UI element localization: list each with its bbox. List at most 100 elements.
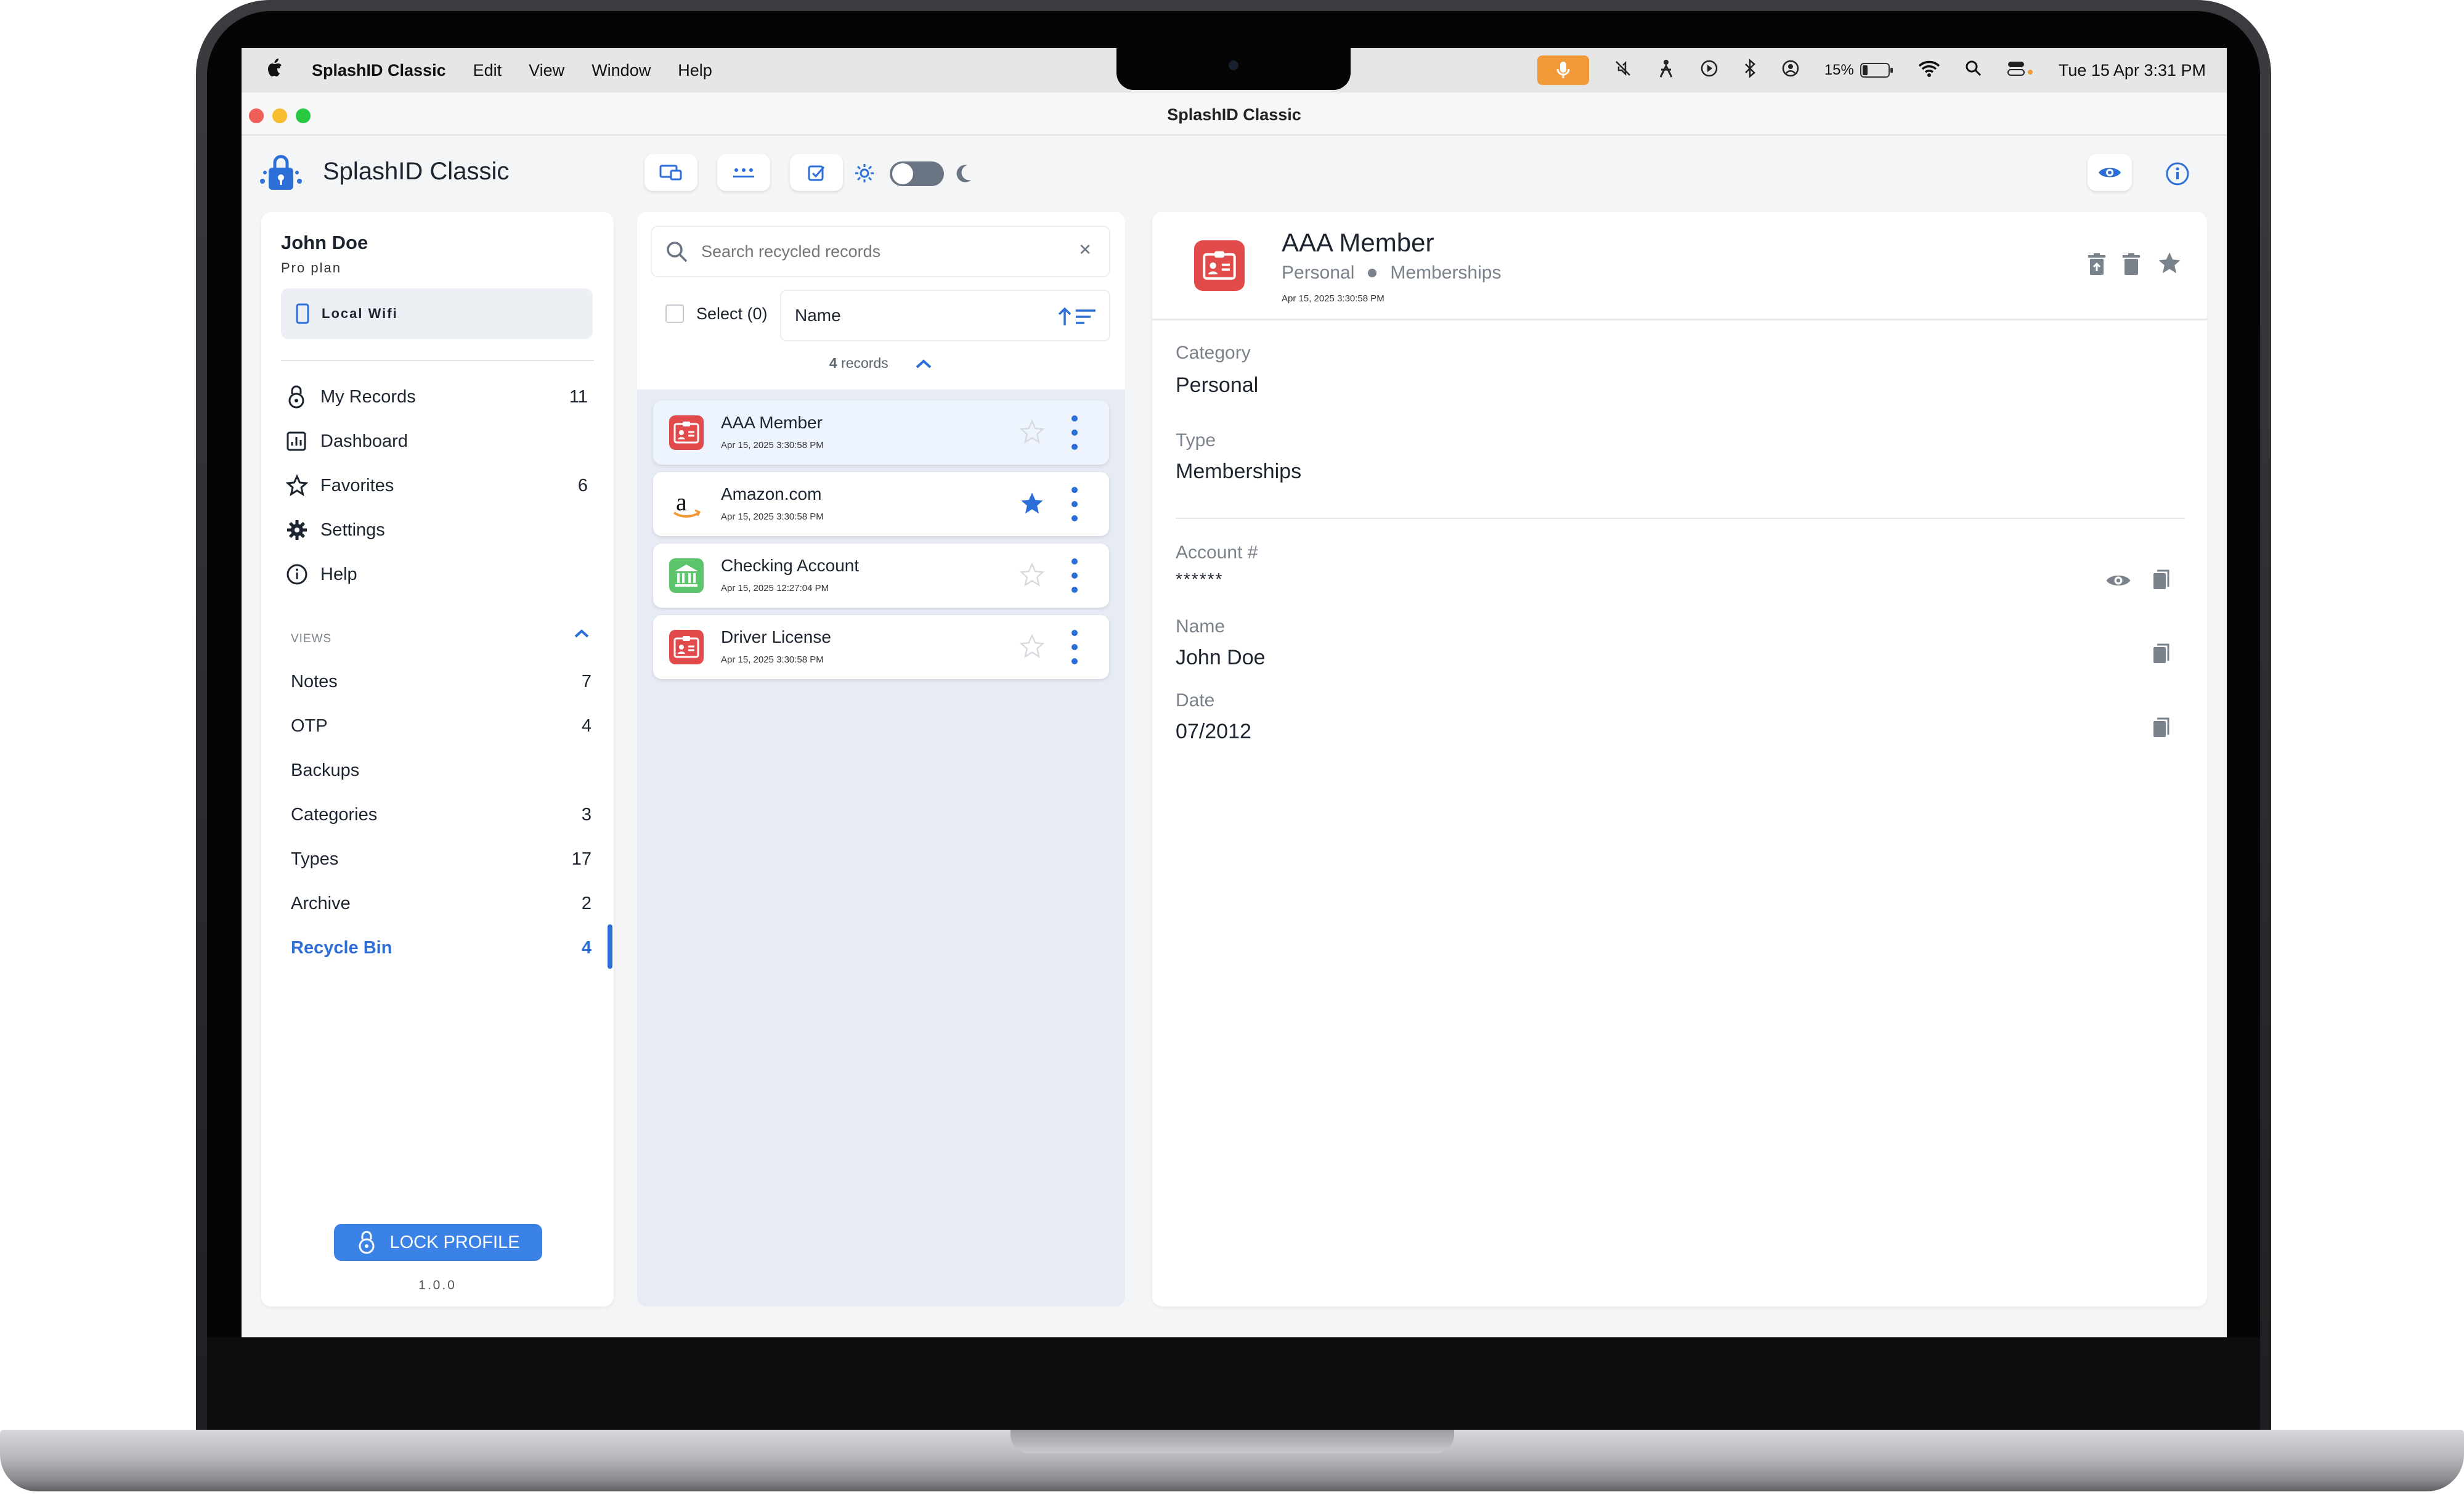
view-item-recycle-bin[interactable]: Recycle Bin 4 (291, 931, 592, 965)
more-options-icon[interactable] (1071, 415, 1078, 450)
favorite-star-outline-icon[interactable] (1019, 634, 1045, 659)
record-date: Apr 15, 2025 3:30:58 PM (721, 654, 824, 665)
window-titlebar: SplashID Classic (242, 95, 2227, 136)
sidebar-item-dashboard[interactable]: Dashboard (286, 424, 588, 459)
select-all-checkbox[interactable] (665, 304, 684, 323)
sidebar-item-help[interactable]: Help (286, 557, 588, 592)
light-mode-icon (854, 163, 875, 187)
toolbar-password-button[interactable] (717, 154, 770, 191)
sidebar-item-settings[interactable]: Settings (286, 513, 588, 547)
copy-icon[interactable] (2152, 642, 2171, 666)
toolbar-screens-button[interactable] (644, 154, 697, 191)
muted-icon[interactable] (1614, 59, 1632, 82)
sort-field-select[interactable]: Name (780, 290, 1110, 341)
menu-clock[interactable]: Tue 15 Apr 3:31 PM (2059, 61, 2206, 80)
records-count-number: 4 (829, 355, 837, 371)
sidebar-item-count: 6 (577, 475, 588, 495)
close-window-button[interactable] (249, 108, 264, 123)
record-item[interactable]: AAA Member Apr 15, 2025 3:30:58 PM (653, 401, 1109, 465)
sort-field-label: Name (795, 306, 841, 325)
id-card-icon (1194, 240, 1245, 291)
dark-mode-icon (954, 163, 974, 187)
spotlight-search-icon[interactable] (1965, 60, 1982, 81)
theme-toggle[interactable] (890, 161, 944, 186)
view-item-categories[interactable]: Categories 3 (291, 797, 592, 832)
view-item-types[interactable]: Types 17 (291, 842, 592, 876)
delete-icon[interactable] (2121, 253, 2142, 276)
app-logo-icon (258, 153, 304, 197)
menu-window[interactable]: Window (592, 61, 651, 80)
record-item[interactable]: a Amazon.com Apr 15, 2025 3:30:58 PM (653, 472, 1109, 536)
detail-type: Memberships (1390, 263, 1502, 283)
account-label: Account # (1176, 542, 1258, 563)
battery-status[interactable]: 15% (1824, 62, 1893, 79)
restore-icon[interactable] (2086, 253, 2107, 276)
favorite-star-outline-icon[interactable] (1019, 562, 1045, 588)
microphone-icon[interactable] (1537, 55, 1589, 85)
search-field[interactable]: ✕ (651, 226, 1110, 277)
select-count: Select (0) (696, 304, 768, 323)
accessibility-icon[interactable] (1657, 59, 1675, 83)
info-circle-icon (287, 564, 307, 585)
records-count-word: records (841, 355, 888, 371)
menu-help[interactable]: Help (678, 61, 712, 80)
records-header: ✕ Select (0) Name 4 records (637, 212, 1125, 389)
lock-icon (288, 385, 304, 409)
menu-view[interactable]: View (529, 61, 564, 80)
laptop-opening-notch (1010, 1430, 1454, 1453)
copy-icon[interactable] (2152, 568, 2171, 592)
bluetooth-icon[interactable] (1743, 58, 1757, 83)
favorite-star-outline-icon[interactable] (1019, 419, 1045, 445)
zoom-window-button[interactable] (296, 108, 311, 123)
toolbar-visibility-button[interactable] (2088, 154, 2132, 191)
detail-date: Apr 15, 2025 3:30:58 PM (1282, 293, 1384, 304)
control-center-icon[interactable] (2007, 60, 2034, 81)
more-options-icon[interactable] (1071, 630, 1078, 664)
menu-edit[interactable]: Edit (473, 61, 502, 80)
screen: SplashID Classic Edit View Window Help 1… (242, 48, 2227, 1337)
more-options-icon[interactable] (1071, 487, 1078, 521)
sidebar-item-my-records[interactable]: My Records 11 (286, 380, 588, 414)
battery-icon (1860, 63, 1893, 78)
sidebar-divider (281, 360, 594, 361)
sync-status-button[interactable]: Local Wifi (281, 288, 593, 339)
lock-icon (359, 1231, 375, 1254)
apple-icon[interactable] (267, 58, 285, 83)
lock-profile-button[interactable]: LOCK PROFILE (334, 1224, 542, 1261)
view-item-otp[interactable]: OTP 4 (291, 709, 592, 743)
toolbar-select-button[interactable] (790, 154, 843, 191)
info-icon[interactable] (2165, 161, 2190, 189)
view-item-backups[interactable]: Backups (291, 753, 592, 788)
favorite-star-icon[interactable] (2157, 250, 2182, 276)
sidebar-item-favorites[interactable]: Favorites 6 (286, 468, 588, 503)
sync-label: Local Wifi (322, 306, 398, 321)
phone-icon (296, 303, 309, 324)
category-label: Category (1176, 343, 1251, 363)
search-input[interactable] (701, 239, 1059, 264)
wifi-icon[interactable] (1918, 60, 1940, 81)
show-password-eye-icon[interactable] (2105, 572, 2132, 589)
clear-search-icon[interactable]: ✕ (1078, 240, 1092, 259)
view-item-count: 7 (581, 671, 592, 691)
user-icon[interactable] (1781, 59, 1800, 82)
view-item-count: 4 (581, 715, 592, 736)
view-item-notes[interactable]: Notes 7 (291, 664, 592, 699)
record-date: Apr 15, 2025 12:27:04 PM (721, 583, 829, 593)
id-card-icon (669, 630, 704, 664)
view-item-archive[interactable]: Archive 2 (291, 886, 592, 921)
menu-app-name[interactable]: SplashID Classic (312, 61, 446, 80)
name-value: John Doe (1176, 646, 1266, 669)
collapse-icon (916, 359, 932, 369)
copy-icon[interactable] (2152, 716, 2171, 740)
app-content: SplashID Classic John Doe Pro plan Local… (242, 136, 2227, 1337)
view-item-label: Archive (291, 893, 351, 913)
more-options-icon[interactable] (1071, 558, 1078, 593)
views-collapse-icon[interactable] (573, 627, 590, 643)
record-item[interactable]: Checking Account Apr 15, 2025 12:27:04 P… (653, 544, 1109, 608)
minimize-window-button[interactable] (272, 108, 287, 123)
record-item[interactable]: Driver License Apr 15, 2025 3:30:58 PM (653, 615, 1109, 679)
play-icon[interactable] (1700, 59, 1718, 82)
active-indicator (608, 924, 612, 969)
gear-icon (287, 520, 307, 540)
favorite-star-filled-icon[interactable] (1019, 491, 1045, 516)
